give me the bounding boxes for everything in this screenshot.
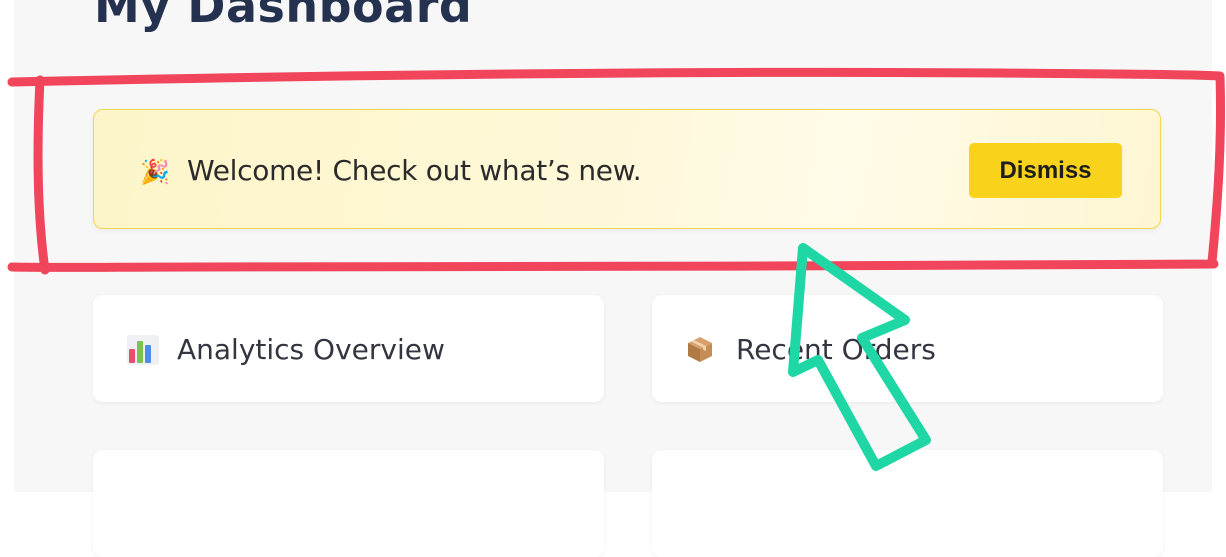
card-label: Recent Orders (736, 333, 936, 366)
dashboard-page: My Dashboard 🎉 Welcome! Check out what’s… (14, 0, 1212, 557)
dashboard-card[interactable] (93, 450, 604, 557)
package-icon (686, 335, 714, 369)
dismiss-button[interactable]: Dismiss (969, 143, 1122, 198)
card-label: Analytics Overview (177, 333, 445, 366)
banner-message: Welcome! Check out what’s new. (187, 154, 642, 187)
analytics-overview-card[interactable]: Analytics Overview (93, 295, 604, 402)
recent-orders-card[interactable]: Recent Orders (652, 295, 1163, 402)
dashboard-card[interactable] (652, 450, 1163, 557)
party-popper-icon: 🎉 (140, 158, 170, 186)
welcome-banner: 🎉 Welcome! Check out what’s new. Dismiss (93, 109, 1161, 229)
page-title: My Dashboard (94, 0, 473, 33)
bar-chart-icon (127, 335, 159, 369)
